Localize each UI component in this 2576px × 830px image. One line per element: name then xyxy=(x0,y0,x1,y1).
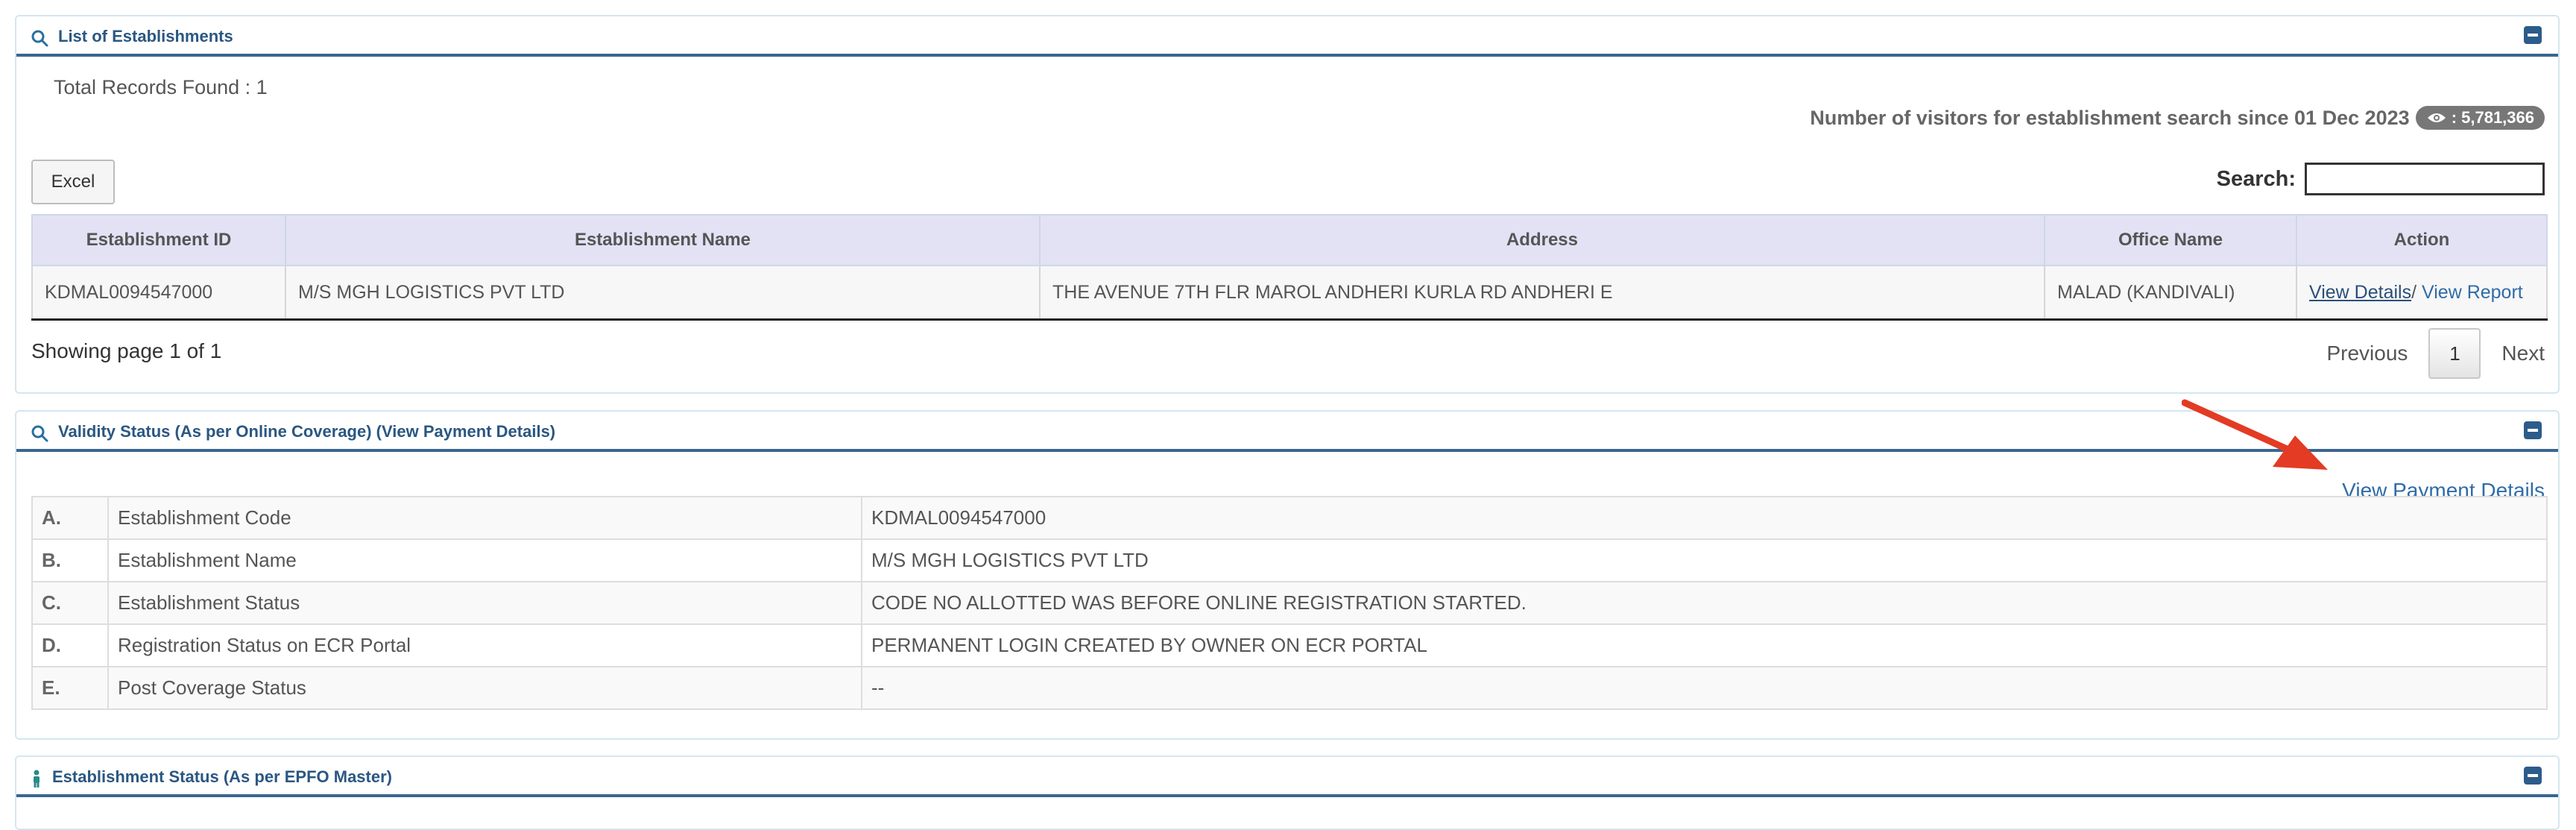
row-letter: D. xyxy=(31,623,109,667)
row-letter: A. xyxy=(31,496,109,540)
search-icon xyxy=(31,425,48,442)
row-label: Post Coverage Status xyxy=(107,666,862,710)
panel-header: List of Establishments xyxy=(16,16,2558,57)
panel-header: Establishment Status (As per EPFO Master… xyxy=(16,757,2558,797)
cell-establishment-id: KDMAL0094547000 xyxy=(31,265,286,321)
excel-button[interactable]: Excel xyxy=(31,160,115,204)
search-box: Search: xyxy=(2217,160,2545,198)
next-page-button[interactable]: Next xyxy=(2501,342,2545,365)
view-details-link[interactable]: View Details xyxy=(2309,282,2411,303)
panel-title: List of Establishments xyxy=(58,27,233,45)
row-label: Establishment Code xyxy=(107,496,862,540)
column-header-address[interactable]: Address xyxy=(1039,214,2045,266)
table-row: A. Establishment Code KDMAL0094547000 xyxy=(31,496,2548,540)
current-page-button[interactable]: 1 xyxy=(2428,328,2481,379)
pagination-info: Showing page 1 of 1 xyxy=(31,339,222,362)
row-letter: B. xyxy=(31,538,109,582)
row-letter: E. xyxy=(31,666,109,710)
table-row: E. Post Coverage Status -- xyxy=(31,666,2548,710)
table-row: KDMAL0094547000 M/S MGH LOGISTICS PVT LT… xyxy=(31,265,2548,321)
column-header-action[interactable]: Action xyxy=(2296,214,2548,266)
cell-office-name: MALAD (KANDIVALI) xyxy=(2044,265,2297,321)
row-label: Registration Status on ECR Portal xyxy=(107,623,862,667)
collapse-icon[interactable] xyxy=(2524,767,2542,785)
table-row: D. Registration Status on ECR Portal PER… xyxy=(31,623,2548,667)
panel-title: Establishment Status (As per EPFO Master… xyxy=(52,767,392,786)
search-icon xyxy=(31,30,48,47)
action-separator: / xyxy=(2411,281,2417,303)
person-icon xyxy=(34,770,40,787)
row-value: -- xyxy=(861,666,2548,710)
search-label: Search: xyxy=(2216,166,2296,191)
column-header-establishment-id[interactable]: Establishment ID xyxy=(31,214,286,266)
table-row: C. Establishment Status CODE NO ALLOTTED… xyxy=(31,581,2548,625)
visitor-count: : 5,781,366 xyxy=(2451,108,2534,127)
visitor-text: Number of visitors for establishment sea… xyxy=(1810,106,2410,129)
table-row: B. Establishment Name M/S MGH LOGISTICS … xyxy=(31,538,2548,582)
cell-action: View Details/ View Report xyxy=(2296,265,2548,321)
table-header-row: Establishment ID Establishment Name Addr… xyxy=(31,214,2548,266)
establishments-panel: List of Establishments Total Records Fou… xyxy=(15,15,2560,394)
panel-title: Validity Status (As per Online Coverage)… xyxy=(58,422,556,441)
visitor-counter: Number of visitors for establishment sea… xyxy=(1810,104,2545,131)
collapse-icon[interactable] xyxy=(2524,26,2542,44)
row-value: KDMAL0094547000 xyxy=(861,496,2548,540)
arrow-icon xyxy=(2182,399,2328,470)
epfo-status-panel: Establishment Status (As per EPFO Master… xyxy=(15,755,2560,830)
establishments-table: Establishment ID Establishment Name Addr… xyxy=(31,214,2548,321)
column-header-office-name[interactable]: Office Name xyxy=(2044,214,2297,266)
row-letter: C. xyxy=(31,581,109,625)
visitor-badge: : 5,781,366 xyxy=(2415,106,2545,130)
row-value: M/S MGH LOGISTICS PVT LTD xyxy=(861,538,2548,582)
eye-icon xyxy=(2427,113,2446,122)
cell-address: THE AVENUE 7TH FLR MAROL ANDHERI KURLA R… xyxy=(1039,265,2045,321)
row-value: PERMANENT LOGIN CREATED BY OWNER ON ECR … xyxy=(861,623,2548,667)
search-input[interactable] xyxy=(2305,163,2545,195)
row-label: Establishment Status xyxy=(107,581,862,625)
view-report-link[interactable]: View Report xyxy=(2422,282,2523,303)
validity-status-panel: Validity Status (As per Online Coverage)… xyxy=(15,399,2560,740)
validity-table: A. Establishment Code KDMAL0094547000 B.… xyxy=(31,496,2548,710)
row-value: CODE NO ALLOTTED WAS BEFORE ONLINE REGIS… xyxy=(861,581,2548,625)
cell-establishment-name: M/S MGH LOGISTICS PVT LTD xyxy=(285,265,1041,321)
pagination: Previous 1 Next xyxy=(2326,327,2545,380)
column-header-establishment-name[interactable]: Establishment Name xyxy=(285,214,1041,266)
collapse-icon[interactable] xyxy=(2524,421,2542,439)
row-label: Establishment Name xyxy=(107,538,862,582)
panel-header: Validity Status (As per Online Coverage)… xyxy=(16,412,2558,452)
previous-page-button[interactable]: Previous xyxy=(2326,342,2408,365)
total-records: Total Records Found : 1 xyxy=(54,76,268,98)
